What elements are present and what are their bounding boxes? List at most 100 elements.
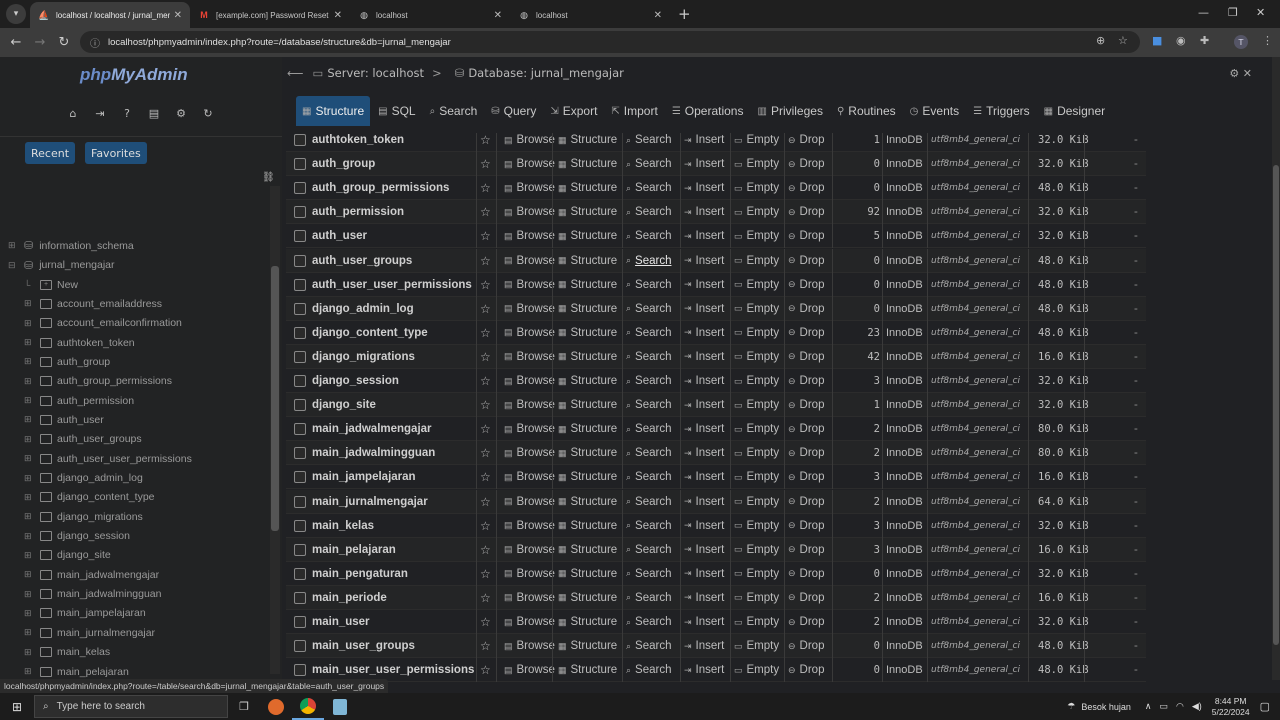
expand-icon[interactable]: ⊞ bbox=[24, 569, 34, 580]
task-view-icon[interactable]: ❐ bbox=[228, 693, 260, 720]
tab-search-menu-icon[interactable]: ▾ bbox=[6, 4, 26, 24]
insert-action[interactable]: ⇥ Insert bbox=[684, 538, 724, 562]
structure-action[interactable]: ▦ Structure bbox=[558, 297, 617, 321]
table-name-link[interactable]: auth_group bbox=[312, 152, 476, 176]
row-checkbox[interactable] bbox=[294, 350, 306, 363]
expand-icon[interactable]: ⊞ bbox=[24, 608, 34, 619]
structure-action[interactable]: ▦ Structure bbox=[558, 273, 617, 297]
table-tree-item[interactable]: ⊞ auth_group bbox=[24, 352, 110, 371]
row-checkbox[interactable] bbox=[294, 230, 306, 243]
table-name-link[interactable]: auth_group_permissions bbox=[312, 176, 476, 200]
search-action[interactable]: ⌕ Search bbox=[626, 490, 671, 514]
search-action[interactable]: ⌕ Search bbox=[626, 176, 671, 200]
weather-text[interactable]: Besok hujan bbox=[1081, 702, 1131, 712]
tab-routines[interactable]: ⚲ Routines bbox=[831, 96, 902, 126]
table-name-link[interactable]: auth_user_user_permissions bbox=[312, 273, 476, 297]
browse-action[interactable]: ▤ Browse bbox=[504, 441, 555, 465]
table-name-link[interactable]: main_jadwalmengajar bbox=[312, 417, 476, 441]
structure-action[interactable]: ▦ Structure bbox=[558, 133, 617, 152]
browse-action[interactable]: ▤ Browse bbox=[504, 152, 555, 176]
insert-action[interactable]: ⇥ Insert bbox=[684, 369, 724, 393]
forward-icon[interactable]: → bbox=[28, 35, 52, 50]
empty-action[interactable]: ▭ Empty bbox=[734, 176, 779, 200]
close-window-icon[interactable]: ✕ bbox=[1256, 6, 1265, 19]
table-name-link[interactable]: auth_user_groups bbox=[312, 249, 476, 273]
close-tab-icon[interactable]: ✕ bbox=[494, 10, 502, 21]
weather-icon[interactable]: ☂ bbox=[1067, 701, 1075, 712]
search-action[interactable]: ⌕ Search bbox=[626, 224, 671, 248]
table-name-link[interactable]: django_migrations bbox=[312, 345, 476, 369]
tab-events[interactable]: ◷ Events bbox=[904, 96, 965, 126]
empty-action[interactable]: ▭ Empty bbox=[734, 224, 779, 248]
expand-icon[interactable]: ⊞ bbox=[24, 453, 34, 464]
favorite-tables-button[interactable]: Favorites bbox=[85, 142, 147, 164]
insert-action[interactable]: ⇥ Insert bbox=[684, 634, 724, 658]
favorite-star-icon[interactable]: ☆ bbox=[480, 586, 491, 610]
tab-operations[interactable]: ☰ Operations bbox=[666, 96, 750, 126]
structure-action[interactable]: ▦ Structure bbox=[558, 200, 617, 224]
drop-action[interactable]: ⊖ Drop bbox=[788, 417, 824, 441]
tab-import[interactable]: ⇱ Import bbox=[605, 96, 663, 126]
insert-action[interactable]: ⇥ Insert bbox=[684, 133, 724, 152]
row-checkbox[interactable] bbox=[294, 591, 306, 604]
row-checkbox[interactable] bbox=[294, 206, 306, 219]
camera-extension-icon[interactable]: ◉ bbox=[1176, 34, 1186, 47]
insert-action[interactable]: ⇥ Insert bbox=[684, 658, 724, 682]
row-checkbox[interactable] bbox=[294, 495, 306, 508]
browser-tab[interactable]: ◍ localhost ✕ bbox=[350, 2, 510, 28]
expand-icon[interactable]: ⊞ bbox=[24, 318, 34, 329]
row-checkbox[interactable] bbox=[294, 664, 306, 677]
expand-icon[interactable]: ⊞ bbox=[24, 627, 34, 638]
expand-icon[interactable]: ⊞ bbox=[8, 240, 18, 251]
row-checkbox[interactable] bbox=[294, 375, 306, 387]
new-tab-button[interactable]: + bbox=[678, 5, 691, 23]
favorite-star-icon[interactable]: ☆ bbox=[480, 249, 491, 273]
table-name-link[interactable]: django_admin_log bbox=[312, 297, 476, 321]
browse-action[interactable]: ▤ Browse bbox=[504, 224, 555, 248]
restore-icon[interactable]: ❐ bbox=[1228, 6, 1238, 19]
reload-icon[interactable]: ↻ bbox=[52, 35, 76, 50]
drop-action[interactable]: ⊖ Drop bbox=[788, 538, 824, 562]
search-action[interactable]: ⌕ Search bbox=[626, 634, 671, 658]
drop-action[interactable]: ⊖ Drop bbox=[788, 634, 824, 658]
browse-action[interactable]: ▤ Browse bbox=[504, 393, 555, 417]
drop-action[interactable]: ⊖ Drop bbox=[788, 176, 824, 200]
expand-icon[interactable]: ⊞ bbox=[24, 356, 34, 367]
main-scrollbar[interactable] bbox=[1272, 57, 1280, 680]
insert-action[interactable]: ⇥ Insert bbox=[684, 393, 724, 417]
structure-action[interactable]: ▦ Structure bbox=[558, 586, 617, 610]
expand-icon[interactable]: ⊞ bbox=[24, 434, 34, 445]
insert-action[interactable]: ⇥ Insert bbox=[684, 562, 724, 586]
drop-action[interactable]: ⊖ Drop bbox=[788, 321, 824, 345]
drop-action[interactable]: ⊖ Drop bbox=[788, 152, 824, 176]
expand-icon[interactable]: ⊞ bbox=[24, 376, 34, 387]
insert-action[interactable]: ⇥ Insert bbox=[684, 321, 724, 345]
table-name-link[interactable]: main_pengaturan bbox=[312, 562, 476, 586]
empty-action[interactable]: ▭ Empty bbox=[734, 200, 779, 224]
browse-action[interactable]: ▤ Browse bbox=[504, 586, 555, 610]
drop-action[interactable]: ⊖ Drop bbox=[788, 465, 824, 489]
extensions-puzzle-icon[interactable]: ✚ bbox=[1200, 34, 1209, 47]
row-checkbox[interactable] bbox=[294, 182, 306, 195]
empty-action[interactable]: ▭ Empty bbox=[734, 393, 779, 417]
structure-action[interactable]: ▦ Structure bbox=[558, 634, 617, 658]
taskbar-search-input[interactable]: ⌕ Type here to search bbox=[34, 695, 228, 718]
zoom-icon[interactable]: ⊕ bbox=[1096, 34, 1105, 47]
browse-action[interactable]: ▤ Browse bbox=[504, 610, 555, 634]
expand-icon[interactable]: ⊞ bbox=[24, 511, 34, 522]
browse-action[interactable]: ▤ Browse bbox=[504, 200, 555, 224]
structure-action[interactable]: ▦ Structure bbox=[558, 538, 617, 562]
structure-action[interactable]: ▦ Structure bbox=[558, 345, 617, 369]
table-name-link[interactable]: main_kelas bbox=[312, 514, 476, 538]
expand-icon[interactable]: ⊞ bbox=[24, 492, 34, 503]
table-tree-item[interactable]: └ + New bbox=[24, 275, 78, 294]
favorite-star-icon[interactable]: ☆ bbox=[480, 224, 491, 248]
browse-action[interactable]: ▤ Browse bbox=[504, 490, 555, 514]
scrollbar-thumb[interactable] bbox=[271, 266, 279, 531]
empty-action[interactable]: ▭ Empty bbox=[734, 586, 779, 610]
table-tree-item[interactable]: ⊞ main_pelajaran bbox=[24, 662, 129, 680]
reload-navigation-icon[interactable]: ↻ bbox=[201, 107, 215, 120]
structure-action[interactable]: ▦ Structure bbox=[558, 417, 617, 441]
browse-action[interactable]: ▤ Browse bbox=[504, 658, 555, 682]
expand-icon[interactable]: ⊞ bbox=[24, 395, 34, 406]
